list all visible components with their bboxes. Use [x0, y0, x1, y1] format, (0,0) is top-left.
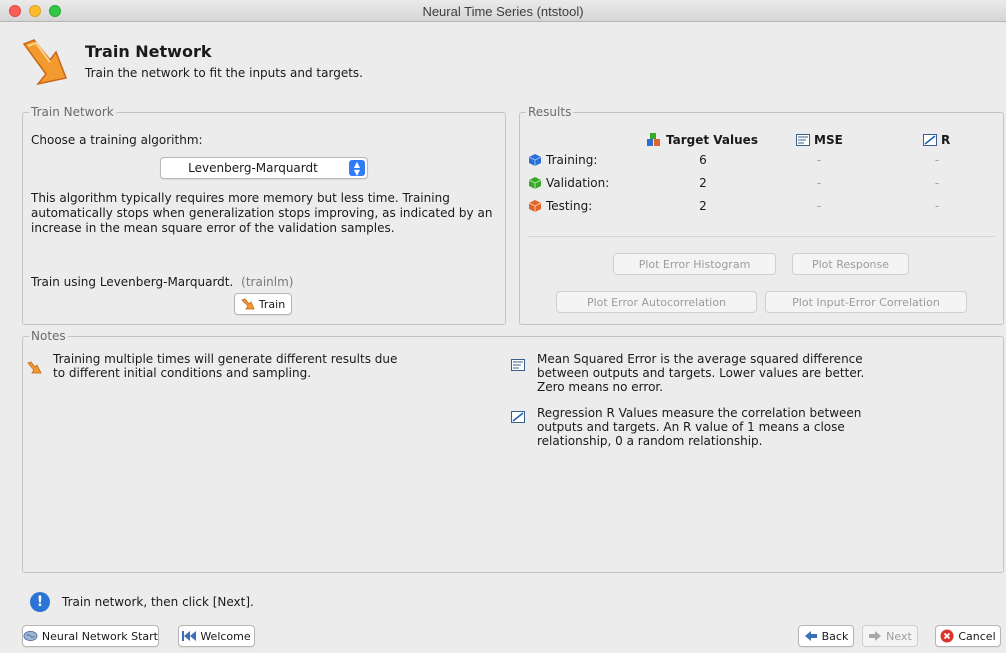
- cancel-button[interactable]: Cancel: [935, 625, 1001, 647]
- validation-r-value: -: [934, 176, 940, 190]
- next-arrow-icon: [869, 631, 882, 641]
- training-function-name: (trainlm): [241, 275, 294, 289]
- page-subtitle: Train the network to fit the inputs and …: [85, 66, 363, 80]
- validation-label: Validation:: [546, 176, 610, 190]
- plot-response-button[interactable]: Plot Response: [792, 253, 909, 275]
- brain-icon: [23, 630, 38, 642]
- rewind-icon: [182, 631, 197, 641]
- notes-panel: Notes Training multiple times will gener…: [22, 329, 1004, 573]
- train-using-text: Train using Levenberg-Marquardt.: [31, 275, 234, 289]
- testing-target-value: 2: [699, 199, 707, 213]
- algorithm-description: This algorithm typically requires more m…: [31, 191, 493, 235]
- training-label: Training:: [546, 153, 598, 167]
- choose-algorithm-label: Choose a training algorithm:: [31, 133, 203, 147]
- testing-label: Testing:: [546, 199, 593, 213]
- results-divider: [528, 236, 995, 237]
- training-target-value: 6: [699, 153, 707, 167]
- notes-legend: Notes: [29, 329, 68, 343]
- training-algorithm-value: Levenberg-Marquardt: [188, 161, 318, 175]
- title-bar: Neural Time Series (ntstool): [0, 0, 1006, 22]
- train-network-header-icon: [22, 39, 68, 86]
- mse-note: Mean Squared Error is the average square…: [537, 352, 865, 394]
- mse-note-icon: [511, 359, 525, 371]
- info-icon: !: [30, 592, 50, 612]
- cancel-icon: [940, 629, 954, 643]
- testing-row-label: Testing:: [528, 199, 592, 213]
- regression-icon: [923, 134, 937, 146]
- training-r-value: -: [934, 153, 940, 167]
- training-cube-icon: [528, 154, 542, 166]
- testing-mse-value: -: [816, 199, 822, 213]
- page-title: Train Network: [85, 42, 212, 61]
- cancel-label: Cancel: [958, 629, 996, 643]
- next-label: Next: [886, 629, 912, 643]
- back-label: Back: [821, 629, 849, 643]
- train-network-panel: Train Network Choose a training algorith…: [22, 105, 506, 325]
- back-arrow-icon: [804, 631, 817, 641]
- train-network-legend: Train Network: [29, 105, 116, 119]
- testing-r-value: -: [934, 199, 940, 213]
- train-icon: [241, 298, 255, 310]
- train-using-line: Train using Levenberg-Marquardt. (trainl…: [31, 275, 293, 289]
- select-arrows-icon: ▲ ▼: [349, 160, 365, 177]
- target-values-icon: [647, 133, 660, 146]
- training-algorithm-select[interactable]: Levenberg-Marquardt ▲ ▼: [160, 157, 368, 179]
- next-button[interactable]: Next: [862, 625, 918, 647]
- testing-cube-icon: [528, 200, 542, 212]
- validation-target-value: 2: [699, 176, 707, 190]
- training-note: Training multiple times will generate di…: [53, 352, 398, 380]
- validation-cube-icon: [528, 177, 542, 189]
- training-mse-value: -: [816, 153, 822, 167]
- plot-error-histogram-button[interactable]: Plot Error Histogram: [613, 253, 776, 275]
- r-header: R: [923, 133, 950, 147]
- window-title: Neural Time Series (ntstool): [422, 4, 584, 19]
- regression-note-icon: [511, 411, 525, 423]
- validation-row-label: Validation:: [528, 176, 609, 190]
- status-message: Train network, then click [Next].: [62, 595, 254, 609]
- back-button[interactable]: Back: [798, 625, 854, 647]
- validation-mse-value: -: [816, 176, 822, 190]
- training-note-icon: [27, 361, 42, 374]
- plot-input-error-correlation-button[interactable]: Plot Input-Error Correlation: [765, 291, 967, 313]
- results-legend: Results: [526, 105, 574, 119]
- train-button[interactable]: Train: [234, 293, 292, 315]
- plot-error-autocorrelation-button[interactable]: Plot Error Autocorrelation: [556, 291, 757, 313]
- r-label: R: [941, 133, 951, 147]
- training-row-label: Training:: [528, 153, 597, 167]
- target-values-header: Target Values: [646, 133, 758, 147]
- target-values-label: Target Values: [666, 133, 758, 147]
- train-button-label: Train: [258, 297, 286, 311]
- results-panel: Results Target Values MSE R Training: 6 …: [519, 105, 1004, 325]
- neural-network-start-button[interactable]: Neural Network Start: [22, 625, 159, 647]
- mse-icon: [796, 134, 810, 146]
- welcome-label: Welcome: [200, 629, 251, 643]
- regression-note: Regression R Values measure the correlat…: [537, 406, 862, 448]
- neural-network-start-label: Neural Network Start: [41, 629, 158, 643]
- welcome-button[interactable]: Welcome: [178, 625, 255, 647]
- mse-header: MSE: [796, 133, 843, 147]
- mse-label: MSE: [814, 133, 843, 147]
